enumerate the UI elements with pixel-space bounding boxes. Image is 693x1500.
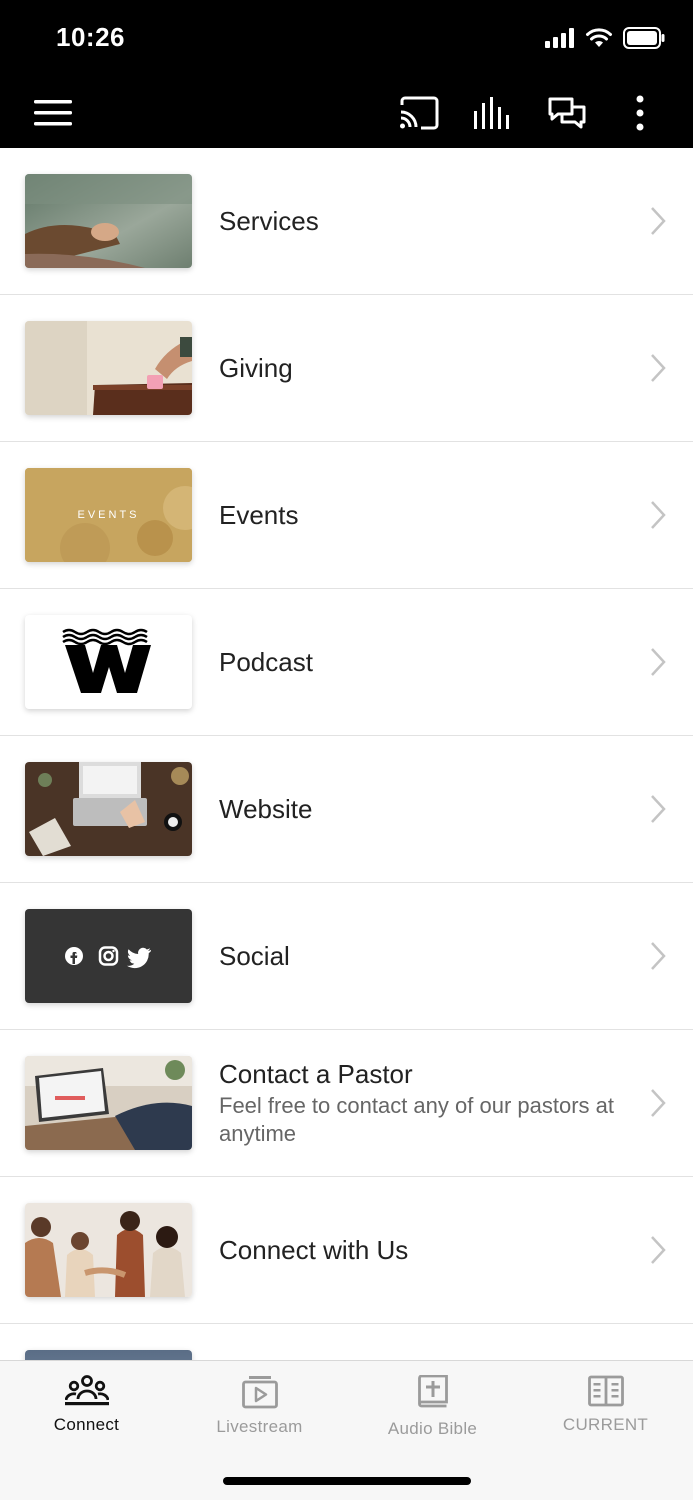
more-vertical-icon [636, 95, 644, 131]
website-thumbnail [25, 762, 192, 856]
social-thumbnail [25, 909, 192, 1003]
chevron-right-icon [651, 648, 666, 676]
giving-thumbnail [25, 321, 192, 415]
tab-livestream[interactable]: Livestream [173, 1375, 346, 1455]
instagram-icon [98, 946, 119, 966]
menu-list: Services Giving EVENTS Events Podcast We… [0, 148, 693, 1360]
chat-button[interactable] [545, 91, 589, 135]
list-item-events[interactable]: EVENTS Events [0, 442, 693, 589]
open-book-icon [587, 1375, 624, 1407]
tab-current[interactable]: CURRENT [519, 1375, 692, 1455]
tab-label: Livestream [216, 1417, 303, 1436]
podcast-thumbnail [25, 615, 192, 709]
list-item-title: Website [219, 794, 313, 824]
w-logo [62, 628, 151, 693]
cast-icon [400, 96, 439, 130]
twitter-icon [127, 947, 151, 969]
status-bar: 10:26 [0, 0, 693, 78]
chevron-right-icon [651, 1089, 666, 1117]
tab-label: Audio Bible [387, 1419, 478, 1438]
list-item-website[interactable]: Website [0, 736, 693, 883]
more-button[interactable] [618, 91, 662, 135]
list-item-giving[interactable]: Giving [0, 295, 693, 442]
menu-button[interactable] [31, 91, 75, 135]
audio-button[interactable] [470, 91, 514, 135]
tab-label: Connect [53, 1415, 120, 1434]
app-bar [0, 78, 693, 148]
list-item-contact-a-pastor[interactable]: Contact a Pastor Feel free to contact an… [0, 1030, 693, 1177]
tab-audio-bible[interactable]: Audio Bible [346, 1375, 519, 1455]
list-item-title: Connect with Us [219, 1235, 409, 1265]
partial-thumbnail [25, 1350, 192, 1360]
status-time: 10:26 [56, 22, 125, 52]
facebook-icon [65, 947, 83, 965]
social-icons [65, 946, 151, 969]
wifi-icon [586, 28, 612, 47]
list-item-podcast[interactable]: Podcast [0, 589, 693, 736]
play-stack-icon [241, 1376, 278, 1409]
signal-icon [545, 28, 574, 48]
cast-button[interactable] [397, 91, 441, 135]
chevron-right-icon [651, 354, 666, 382]
chevron-right-icon [651, 795, 666, 823]
list-item-title: Giving [219, 353, 293, 383]
list-item-title: Podcast [219, 647, 313, 677]
status-icons [545, 27, 665, 49]
list-item-connect-with-us[interactable]: Connect with Us [0, 1177, 693, 1324]
list-item-social[interactable]: Social [0, 883, 693, 1030]
list-item-subtitle: Feel free to contact any of our pastors … [219, 1093, 614, 1146]
bible-icon [417, 1375, 448, 1408]
services-thumbnail [25, 174, 192, 268]
chevron-right-icon [651, 501, 666, 529]
audio-bars-icon [474, 97, 509, 129]
events-thumb-text: EVENTS [77, 509, 140, 521]
events-thumbnail: EVENTS [25, 468, 192, 562]
home-indicator [223, 1477, 471, 1485]
chat-icon [548, 97, 586, 129]
list-item-title: Services [219, 206, 319, 236]
connect-with-us-thumbnail [25, 1203, 192, 1297]
menu-icon [34, 100, 72, 126]
list-item-title: Social [219, 941, 290, 971]
list-item-title: Contact a Pastor [219, 1059, 413, 1089]
chevron-right-icon [651, 207, 666, 235]
tab-label: CURRENT [562, 1415, 649, 1434]
list-item-partial[interactable] [0, 1324, 693, 1360]
battery-icon [623, 27, 665, 49]
list-item-services[interactable]: Services [0, 148, 693, 295]
chevron-right-icon [651, 942, 666, 970]
people-group-icon [64, 1375, 109, 1406]
chevron-right-icon [651, 1236, 666, 1264]
list-item-title: Events [219, 500, 299, 530]
tab-connect[interactable]: Connect [0, 1375, 173, 1455]
contact-pastor-thumbnail [25, 1056, 192, 1150]
